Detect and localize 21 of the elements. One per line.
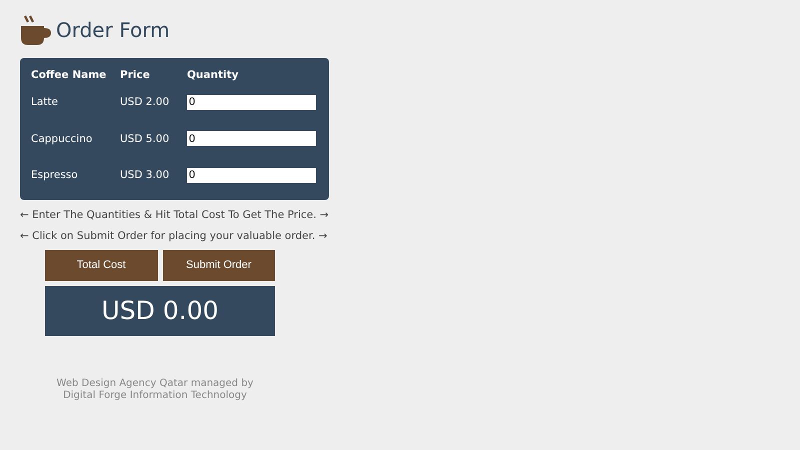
- table-cell-text: Latte: [31, 95, 59, 110]
- column-header: Price: [120, 68, 151, 83]
- action-button[interactable]: Submit Order: [162, 250, 275, 280]
- table-cell-text: USD 5.00: [120, 132, 170, 146]
- table-cell-text: USD 2.00: [120, 95, 170, 110]
- instruction-text: ← Click on Submit Order for placing your valuable order. →: [20, 230, 328, 242]
- table-cell-text: USD 3.00: [120, 168, 170, 183]
- table-cell-text: Espresso: [31, 168, 79, 183]
- footer-text: Web Design Agency Qatar managed by: [56, 378, 254, 390]
- column-header: Coffee Name: [31, 68, 108, 83]
- total-display: USD 0.00: [45, 286, 275, 336]
- quantity-field[interactable]: 0: [187, 168, 316, 183]
- quantity-field[interactable]: 0: [187, 94, 316, 110]
- action-button[interactable]: Total Cost: [45, 250, 158, 280]
- page-title: Order Form: [56, 18, 170, 42]
- table-cell-text: Cappuccino: [31, 132, 94, 146]
- instruction-text: ← Enter The Quantities & Hit Total Cost To Get The Price. →: [20, 208, 330, 220]
- quantity-field[interactable]: 0: [187, 131, 316, 146]
- coffee-cup-icon: [20, 14, 52, 46]
- column-header: Quantity: [187, 68, 240, 83]
- footer-text: Digital Forge Information Technology: [63, 390, 247, 402]
